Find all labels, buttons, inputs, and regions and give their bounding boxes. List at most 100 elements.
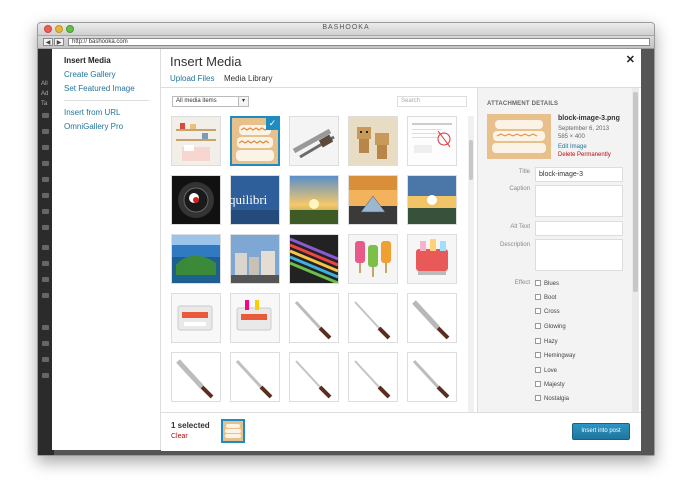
media-item-sunset-clouds[interactable] [407, 175, 457, 225]
effect-option[interactable]: Glowing [535, 323, 566, 330]
back-button[interactable]: ◀ [43, 38, 53, 46]
address-bar[interactable]: http:// bashooka.com [68, 38, 650, 46]
media-item-knife[interactable] [407, 352, 457, 402]
browser-window: BASHOOKA ◀ ▶ http:// bashooka.com All Ad… [37, 22, 655, 456]
media-item-ice-pop-maker-3[interactable] [230, 293, 280, 343]
media-grid: ✓ quilibri [171, 116, 466, 412]
alt-text-field[interactable] [535, 221, 623, 236]
effect-option[interactable]: Boot [535, 294, 556, 301]
edit-image-link[interactable]: Edit Image [558, 144, 587, 150]
effect-name: Hazy [544, 339, 558, 345]
effect-option[interactable]: Blues [535, 280, 559, 287]
media-item-stripes-lines[interactable] [289, 234, 339, 284]
menu-icon [42, 373, 49, 378]
frame-title: Insert Media [170, 54, 242, 69]
menu-icon [42, 261, 49, 266]
effect-option[interactable]: Majesty [535, 381, 565, 388]
media-filter-select[interactable]: All media items ▾ [172, 96, 249, 107]
close-icon[interactable]: ✕ [626, 53, 635, 66]
media-item-cardboard-robots[interactable] [348, 116, 398, 166]
media-item-knife[interactable] [171, 352, 221, 402]
media-item-equilibrium-text[interactable]: quilibri [230, 175, 280, 225]
tab-upload-files[interactable]: Upload Files [170, 74, 214, 83]
media-item-ice-pops[interactable] [348, 234, 398, 284]
checkbox[interactable] [535, 323, 541, 329]
effect-label: Effect [514, 280, 530, 286]
attachment-details: ATTACHMENT DETAILS block-image-3.png Sep… [477, 88, 632, 412]
checkbox[interactable] [535, 338, 541, 344]
effect-option[interactable]: Hemingway [535, 352, 575, 359]
media-item-knife[interactable] [407, 293, 457, 343]
menu-icon [42, 113, 49, 118]
media-item-room-shelves[interactable] [171, 116, 221, 166]
checkbox[interactable] [535, 381, 541, 387]
details-filename: block-image-3.png [558, 115, 620, 122]
media-item-knife[interactable] [348, 293, 398, 343]
media-item-ice-pop-maker[interactable] [407, 234, 457, 284]
checkbox[interactable] [535, 395, 541, 401]
description-field[interactable] [535, 239, 623, 271]
effect-name: Nostalgia [544, 396, 570, 402]
scrollbar-thumb[interactable] [469, 140, 473, 180]
effect-option[interactable]: Love [535, 367, 557, 374]
media-item-pliers-tool[interactable] [289, 116, 339, 166]
checkbox[interactable] [535, 308, 541, 314]
forward-button[interactable]: ▶ [54, 38, 64, 46]
menu-icon [42, 193, 49, 198]
search-input[interactable]: Search [397, 96, 467, 107]
media-item-knife[interactable] [289, 352, 339, 402]
media-item-sunset-field[interactable] [289, 175, 339, 225]
menu-create-gallery[interactable]: Create Gallery [64, 70, 116, 79]
grid-scrollbar[interactable] [468, 116, 474, 412]
admin-menu-label: All [41, 81, 48, 87]
checkbox[interactable] [535, 294, 541, 300]
menu-set-featured-image[interactable]: Set Featured Image [64, 84, 135, 93]
media-toolbar-footer: 1 selected Clear Insert into post [161, 412, 641, 451]
media-item-pillows[interactable]: ✓ [230, 116, 280, 166]
menu-icon [42, 129, 49, 134]
media-item-knife[interactable] [230, 352, 280, 402]
menu-icon [42, 145, 49, 150]
details-scrollbar[interactable] [632, 88, 639, 412]
clear-selection-link[interactable]: Clear [171, 433, 188, 440]
media-item-ice-pop-maker-2[interactable] [171, 293, 221, 343]
caption-field[interactable] [535, 185, 623, 217]
media-item-camera-lens[interactable] [171, 175, 221, 225]
delete-permanently-link[interactable]: Delete Permanently [558, 152, 611, 158]
effect-option[interactable]: Nostalgia [535, 395, 569, 402]
details-dimensions: 585 × 400 [558, 134, 585, 140]
title-label: Title [518, 169, 530, 175]
media-item-city-street[interactable] [230, 234, 280, 284]
media-item-louvre-pyramid[interactable] [348, 175, 398, 225]
menu-insert-from-url[interactable]: Insert from URL [64, 108, 120, 117]
details-thumbnail [487, 114, 551, 159]
title-field[interactable]: block-image-3 [535, 167, 623, 182]
alt-text-label: Alt Text [510, 224, 530, 230]
insert-into-post-button[interactable]: Insert into post [572, 423, 630, 440]
checkbox[interactable] [535, 367, 541, 373]
title-bar: BASHOOKA [38, 23, 654, 36]
menu-icon [42, 293, 49, 298]
effect-option[interactable]: Cross [535, 308, 560, 315]
effect-option[interactable]: Hazy [535, 338, 558, 345]
checkbox[interactable] [535, 280, 541, 286]
media-item-document-sketch[interactable] [407, 116, 457, 166]
scrollbar-thumb[interactable] [633, 92, 638, 292]
menu-icon [42, 341, 49, 346]
media-item-coast-island[interactable] [171, 234, 221, 284]
media-item-knife[interactable] [348, 352, 398, 402]
menu-omnigallery-pro[interactable]: OmniGallery Pro [64, 122, 123, 131]
media-menu: Insert Media Create Gallery Set Featured… [52, 49, 161, 450]
selected-thumbnail[interactable] [221, 419, 245, 443]
menu-icon [42, 357, 49, 362]
menu-icon [42, 245, 49, 250]
tab-media-library[interactable]: Media Library [224, 74, 272, 83]
menu-insert-media[interactable]: Insert Media [64, 56, 111, 65]
checkbox[interactable] [535, 352, 541, 358]
effect-name: Love [544, 368, 558, 374]
selected-check-icon[interactable]: ✓ [266, 118, 278, 130]
media-item-knife[interactable] [289, 293, 339, 343]
window-title: BASHOOKA [322, 24, 370, 31]
menu-icon [42, 277, 49, 282]
description-label: Description [499, 242, 530, 248]
